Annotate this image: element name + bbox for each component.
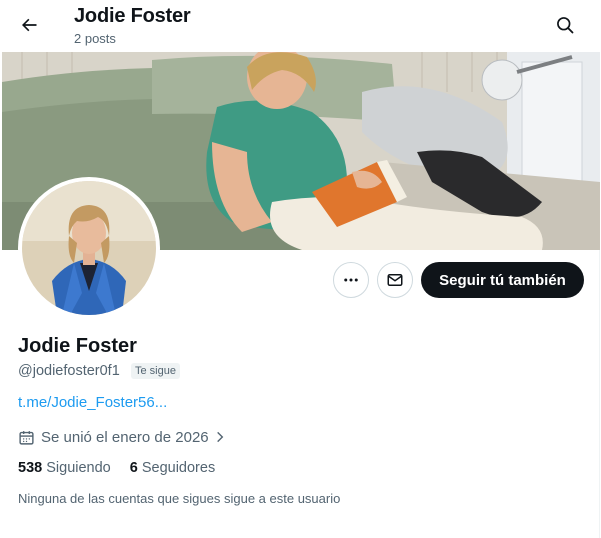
- avatar[interactable]: [18, 177, 160, 319]
- followers-you-know-note: Ninguna de las cuentas que sigues sigue …: [18, 491, 341, 506]
- back-button[interactable]: [12, 8, 46, 42]
- followers-stat[interactable]: 6 Seguidores: [130, 460, 215, 476]
- follow-stats: 538 Siguiendo 6 Seguidores: [18, 460, 234, 476]
- page-title: Jodie Foster: [74, 5, 191, 27]
- avatar-image: [22, 181, 156, 315]
- profile-page: Jodie Foster 2 posts Seguir tú también J…: [0, 0, 600, 538]
- mail-icon: [386, 271, 404, 289]
- followers-count: 6: [129, 460, 138, 476]
- username-handle: @jodiefoster0f1: [18, 363, 120, 379]
- more-button[interactable]: [333, 262, 369, 298]
- search-icon: [555, 15, 575, 35]
- join-date-label: Se unió el enero de 2026: [41, 428, 209, 446]
- arrow-left-icon: [19, 15, 39, 35]
- display-name: Jodie Foster: [18, 335, 137, 357]
- follows-you-badge: Te sigue: [131, 363, 180, 379]
- follow-back-button[interactable]: Seguir tú también: [421, 262, 584, 298]
- post-count: 2 posts: [74, 31, 116, 46]
- following-count: 538: [18, 460, 43, 476]
- profile-link[interactable]: t.me/Jodie_Foster56...: [18, 394, 167, 411]
- join-date[interactable]: Se unió el enero de 2026: [18, 427, 227, 447]
- chevron-right-icon: [213, 430, 227, 444]
- message-button[interactable]: [377, 262, 413, 298]
- following-stat[interactable]: 538 Siguiendo: [18, 460, 111, 476]
- calendar-icon: [18, 429, 35, 446]
- followers-label: Seguidores: [141, 460, 216, 476]
- more-icon: [342, 271, 360, 289]
- following-label: Siguiendo: [46, 460, 111, 476]
- profile-header: Jodie Foster 2 posts: [0, 0, 600, 52]
- search-button[interactable]: [548, 8, 582, 42]
